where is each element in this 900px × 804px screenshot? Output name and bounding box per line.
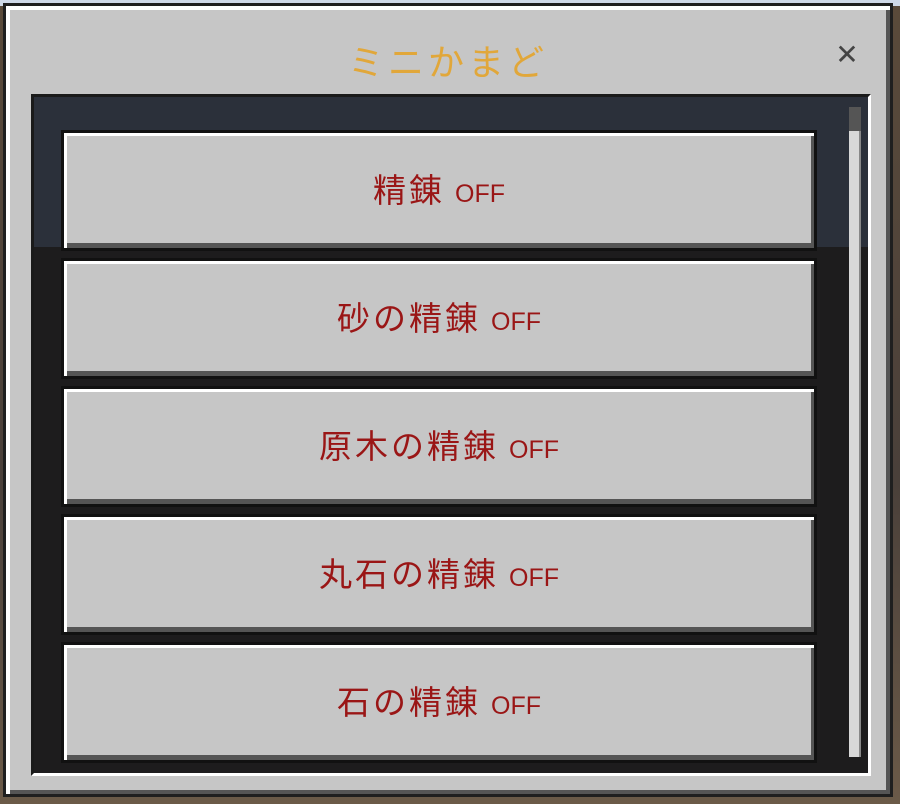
option-state: OFF <box>509 563 559 592</box>
option-label: 精錬 <box>373 170 445 210</box>
dialog-title: ミニかまど <box>347 43 548 84</box>
option-button-smelt-sand[interactable]: 砂の精錬 OFF <box>61 258 817 379</box>
close-icon[interactable]: ✕ <box>832 40 862 70</box>
option-button-smelt-cobblestone[interactable]: 丸石の精錬 OFF <box>61 514 817 635</box>
option-button-smelt-stone[interactable]: 石の精錬 OFF <box>61 642 817 763</box>
option-label: 原木の精錬 <box>319 426 499 466</box>
option-state: OFF <box>491 307 541 336</box>
option-state: OFF <box>455 179 505 208</box>
mini-furnace-dialog: ミニかまど ✕ 精錬 OFF 砂の精錬 OFF 原木の精錬 OFF 丸石の精錬 … <box>3 3 893 797</box>
option-state: OFF <box>509 435 559 464</box>
option-state: OFF <box>491 691 541 720</box>
options-list: 精錬 OFF 砂の精錬 OFF 原木の精錬 OFF 丸石の精錬 OFF 石の精錬… <box>61 130 817 770</box>
option-button-smelt-log[interactable]: 原木の精錬 OFF <box>61 386 817 507</box>
option-label: 丸石の精錬 <box>319 554 499 594</box>
scrollbar[interactable] <box>849 107 861 757</box>
options-panel: 精錬 OFF 砂の精錬 OFF 原木の精錬 OFF 丸石の精錬 OFF 石の精錬… <box>31 94 871 776</box>
option-label: 砂の精錬 <box>337 298 481 338</box>
option-button-smelt[interactable]: 精錬 OFF <box>61 130 817 251</box>
option-label: 石の精錬 <box>337 682 481 722</box>
scrollbar-thumb[interactable] <box>849 107 861 131</box>
